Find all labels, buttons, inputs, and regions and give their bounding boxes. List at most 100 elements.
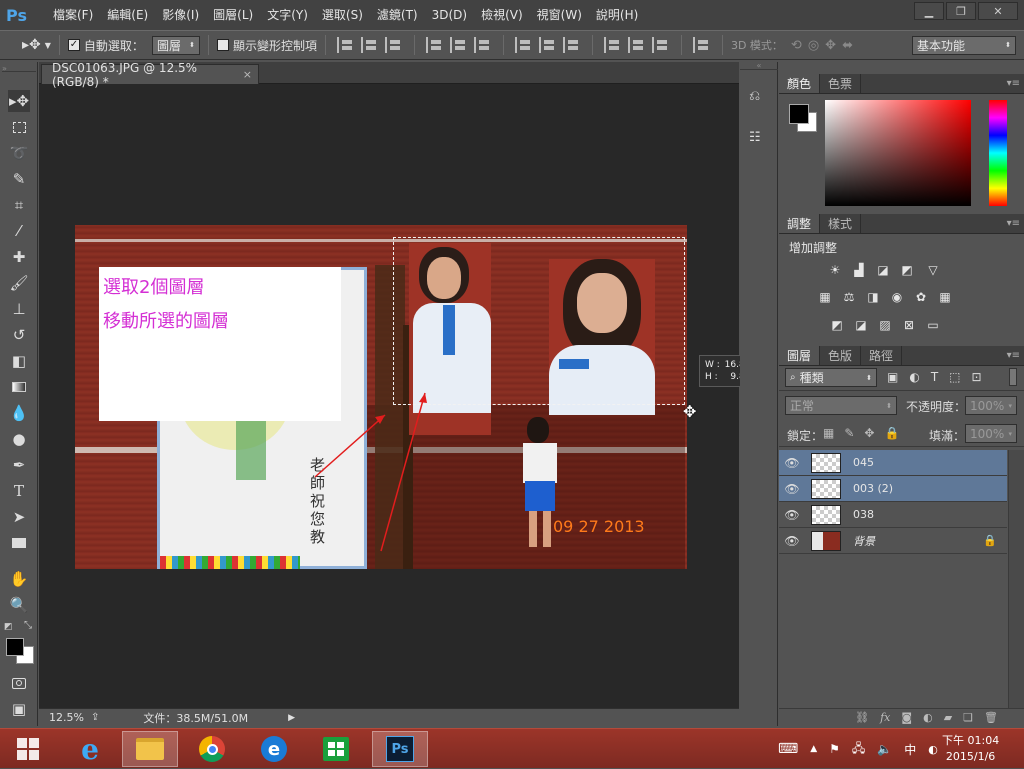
tab-styles[interactable]: 樣式 (820, 214, 862, 233)
menu-3d[interactable]: 3D(D) (425, 0, 474, 30)
3d-pan-icon[interactable]: ✥ (825, 38, 836, 53)
strip-collapse-handle[interactable]: « (740, 62, 778, 70)
taskbar-internet-explorer[interactable]: e (62, 731, 118, 767)
distribute-right-icon[interactable] (651, 37, 670, 53)
3d-slide-icon[interactable]: ⬌ (842, 38, 853, 53)
lock-pixels-icon[interactable]: ✎ (844, 426, 854, 440)
tab-swatches[interactable]: 色票 (820, 74, 862, 93)
clock[interactable]: 下午 01:04 2015/1/6 (942, 729, 999, 769)
smart-object-filter-icon[interactable]: ⊡ (972, 370, 982, 384)
visibility-eye-icon[interactable]: 👁 (779, 456, 805, 470)
auto-select-checkbox[interactable]: ✓ (67, 39, 80, 51)
crop-tool-icon[interactable]: ⌗ (8, 194, 30, 216)
action-center-flag-icon[interactable]: ⚑ (829, 742, 840, 756)
auto-select-target-select[interactable]: 圖層 ⬍ (151, 35, 200, 55)
layer-row[interactable]: 👁 003 (2) (779, 476, 1007, 502)
hue-saturation-icon[interactable]: ▦ (817, 290, 833, 304)
vibrance-icon[interactable]: ▽ (925, 263, 941, 277)
link-layers-icon[interactable]: ⛓ (855, 711, 869, 724)
show-transform-option[interactable]: 顯示變形控制項 (216, 37, 317, 54)
menu-layer[interactable]: 圖層(L) (206, 0, 260, 30)
tab-channels[interactable]: 色版 (820, 346, 862, 365)
swap-colors-icon[interactable]: ⤡ (24, 620, 32, 631)
taskbar-ie-alt[interactable]: e (246, 731, 302, 767)
distribute-vcenter-icon[interactable] (538, 37, 557, 53)
volume-icon[interactable]: 🔈 (877, 742, 892, 756)
workspace-select[interactable]: 基本功能 ⬍ (912, 35, 1016, 55)
align-vcenter-icon[interactable] (360, 37, 379, 53)
image-canvas[interactable]: 老 師 祝 您 教 選取2個圖層 移動所選的圖層 09 27 2013 (75, 225, 687, 569)
panel-menu-icon[interactable]: ▾≡ (1007, 74, 1020, 94)
tab-layers[interactable]: 圖層 (779, 346, 821, 365)
menu-filter[interactable]: 濾鏡(T) (370, 0, 425, 30)
menu-select[interactable]: 選取(S) (315, 0, 370, 30)
adjustment-filter-icon[interactable]: ◐ (909, 370, 919, 384)
zoom-tool-icon[interactable]: 🔍 (8, 594, 30, 616)
panel-menu-icon[interactable]: ▾≡ (1007, 214, 1020, 234)
layers-scrollbar[interactable] (1008, 450, 1024, 708)
color-field[interactable] (825, 100, 971, 206)
new-group-icon[interactable]: ▰ (944, 711, 952, 724)
menu-file[interactable]: 檔案(F) (46, 0, 100, 30)
auto-align-icon[interactable] (692, 37, 711, 53)
selective-color-icon[interactable]: ⊠ (901, 318, 917, 332)
healing-brush-tool-icon[interactable]: ✚ (8, 246, 30, 268)
path-selection-tool-icon[interactable]: ➤ (8, 506, 30, 528)
minimize-button[interactable]: ▁ (914, 2, 944, 20)
zoom-level[interactable]: 12.5% (49, 711, 85, 724)
marquee-tool-icon[interactable] (8, 116, 30, 138)
visibility-eye-icon[interactable]: 👁 (779, 508, 805, 522)
taskbar-chrome[interactable] (184, 731, 240, 767)
layer-row[interactable]: 👁 045 (779, 450, 1007, 476)
align-bottom-icon[interactable] (384, 37, 403, 53)
eraser-tool-icon[interactable]: ◧ (8, 350, 30, 372)
trash-icon[interactable]: 🗑 (984, 711, 998, 724)
exposure-icon[interactable]: ◩ (899, 263, 915, 277)
menu-window[interactable]: 視窗(W) (530, 0, 589, 30)
menu-view[interactable]: 檢視(V) (474, 0, 530, 30)
close-tab-icon[interactable]: × (243, 68, 252, 81)
history-panel-icon[interactable]: ⎌ (749, 88, 769, 106)
posterize-icon[interactable]: ◪ (853, 318, 869, 332)
align-hcenter-icon[interactable] (449, 37, 468, 53)
ime-indicator[interactable]: 中 (904, 741, 916, 758)
menu-image[interactable]: 影像(I) (155, 0, 206, 30)
opacity-field[interactable]: 100% ▾ (965, 396, 1017, 415)
filter-toggle[interactable] (1009, 368, 1017, 386)
add-mask-icon[interactable]: ◙ (901, 711, 912, 724)
new-layer-icon[interactable]: ❏ (963, 711, 973, 724)
lock-all-icon[interactable]: 🔒 (884, 426, 899, 440)
tab-color[interactable]: 顏色 (779, 74, 821, 93)
rectangle-tool-icon[interactable] (8, 532, 30, 554)
color-balance-icon[interactable]: ⚖ (841, 290, 857, 304)
distribute-top-icon[interactable] (514, 37, 533, 53)
document-tab[interactable]: DSC01063.JPG @ 12.5% (RGB/8) * × (41, 61, 259, 89)
show-hidden-icons-icon[interactable]: ▲ (810, 744, 817, 754)
layer-row[interactable]: 👁 背景 🔒 (779, 528, 1007, 554)
tab-paths[interactable]: 路徑 (861, 346, 903, 365)
layer-style-icon[interactable]: fx (880, 711, 890, 724)
curves-icon[interactable]: ◪ (875, 263, 891, 277)
menu-help[interactable]: 說明(H) (589, 0, 645, 30)
history-brush-tool-icon[interactable]: ↺ (8, 324, 30, 346)
keyboard-icon[interactable]: ⌨ (778, 741, 798, 757)
gradient-tool-icon[interactable] (8, 376, 30, 398)
move-tool-icon[interactable]: ▸✥ (8, 90, 30, 112)
3d-roll-icon[interactable]: ◎ (808, 38, 819, 53)
layer-row[interactable]: 👁 038 (779, 502, 1007, 528)
align-left-icon[interactable] (425, 37, 444, 53)
distribute-bottom-icon[interactable] (562, 37, 581, 53)
black-white-icon[interactable]: ◨ (865, 290, 881, 304)
type-filter-icon[interactable]: T (931, 370, 938, 384)
brush-tool-icon[interactable]: 🖌 (8, 272, 30, 294)
color-lookup-icon[interactable]: ▦ (937, 290, 953, 304)
photo-filter-icon[interactable]: ◉ (889, 290, 905, 304)
foreground-color-chip[interactable] (789, 104, 809, 124)
lock-position-icon[interactable]: ✥ (864, 426, 874, 440)
fill-field[interactable]: 100% ▾ (965, 424, 1017, 443)
blur-tool-icon[interactable]: 💧 (8, 402, 30, 424)
toolbox-collapse-handle[interactable]: » (2, 65, 36, 73)
taskbar-file-explorer[interactable] (122, 731, 178, 767)
pixel-filter-icon[interactable]: ▣ (887, 370, 898, 384)
brightness-icon[interactable]: ☀ (827, 263, 843, 277)
